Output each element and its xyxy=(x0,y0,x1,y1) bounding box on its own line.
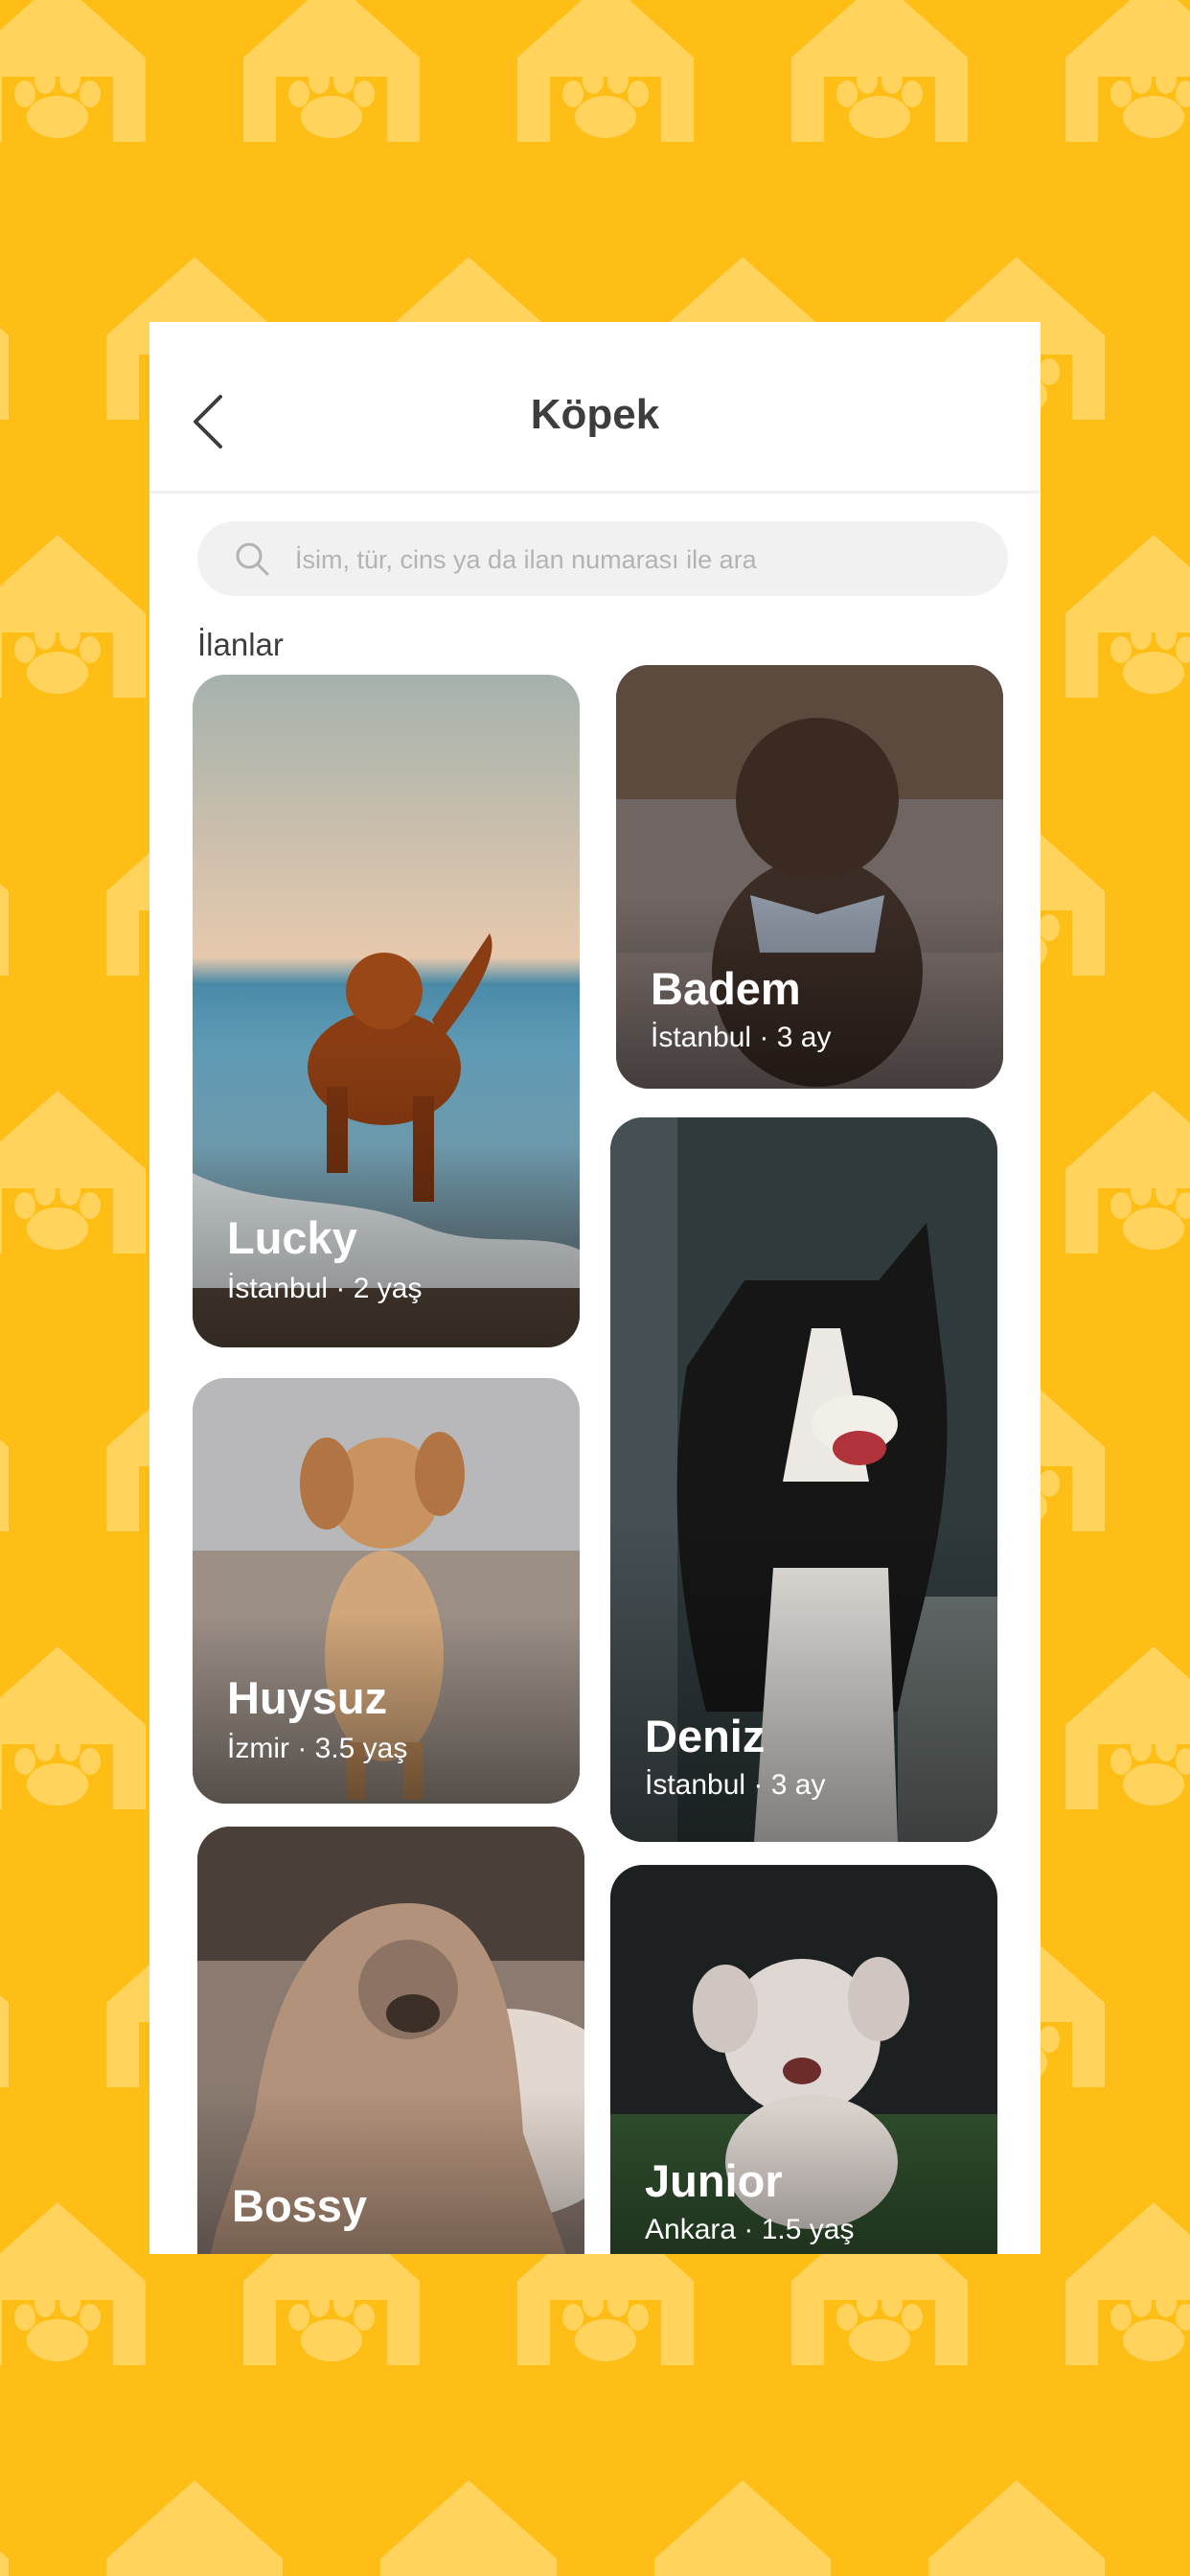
listing-card[interactable]: Bossy xyxy=(197,1827,584,2254)
paw-house-icon xyxy=(928,2480,1105,2576)
listing-name: Huysuz xyxy=(227,1672,388,1723)
listing-meta: İzmir · 3.5 yaş xyxy=(227,1733,408,1764)
paw-house-icon xyxy=(0,1646,146,1809)
listing-name: Badem xyxy=(651,963,801,1014)
listing-card[interactable]: Huysuz İzmir · 3.5 yaş xyxy=(193,1378,580,1804)
paw-house-icon xyxy=(0,0,146,142)
paw-house-icon xyxy=(380,2480,557,2576)
search-input[interactable] xyxy=(293,521,987,598)
paw-house-icon xyxy=(654,2480,831,2576)
paw-house-icon xyxy=(1065,535,1190,698)
paw-house-icon xyxy=(0,2480,9,2576)
listing-card[interactable]: Badem İstanbul · 3 ay xyxy=(616,665,1003,1089)
paw-house-icon xyxy=(0,1368,9,1531)
paw-house-icon xyxy=(243,0,420,142)
listing-name: Lucky xyxy=(227,1212,357,1263)
paw-house-icon xyxy=(517,0,694,142)
listing-meta: Ankara · 1.5 yaş xyxy=(645,2214,855,2245)
paw-house-icon xyxy=(0,813,9,976)
page-title: Köpek xyxy=(530,391,660,438)
listing-name: Bossy xyxy=(232,2180,368,2231)
listing-meta: İstanbul · 2 yaş xyxy=(227,1273,423,1304)
app-screen: Köpek İlanlar xyxy=(149,322,1041,2254)
paw-house-icon xyxy=(0,1091,146,1254)
listing-card[interactable]: Deniz İstanbul · 3 ay xyxy=(610,1117,997,1842)
top-bar: Köpek xyxy=(149,322,1041,494)
listing-name: Deniz xyxy=(645,1711,766,1761)
section-title: İlanlar xyxy=(197,627,284,662)
paw-house-icon xyxy=(1065,2202,1190,2365)
paw-house-icon xyxy=(1065,1091,1190,1254)
paw-house-icon xyxy=(0,1924,9,2087)
listing-card[interactable]: Junior Ankara · 1.5 yaş xyxy=(610,1865,997,2254)
listing-meta: İstanbul · 3 ay xyxy=(645,1769,826,1801)
listing-meta: İstanbul · 3 ay xyxy=(651,1022,832,1053)
paw-house-icon xyxy=(106,2480,283,2576)
paw-house-icon xyxy=(1065,0,1190,142)
paw-house-icon xyxy=(0,2202,146,2365)
paw-house-icon xyxy=(0,535,146,698)
paw-house-icon xyxy=(791,0,968,142)
paw-house-icon xyxy=(0,257,9,420)
search-icon xyxy=(236,542,269,576)
paw-house-icon xyxy=(1065,1646,1190,1809)
listing-name: Junior xyxy=(645,2155,783,2206)
search-bar[interactable] xyxy=(197,521,1008,598)
listing-card[interactable]: Lucky İstanbul · 2 yaş xyxy=(193,675,580,1347)
